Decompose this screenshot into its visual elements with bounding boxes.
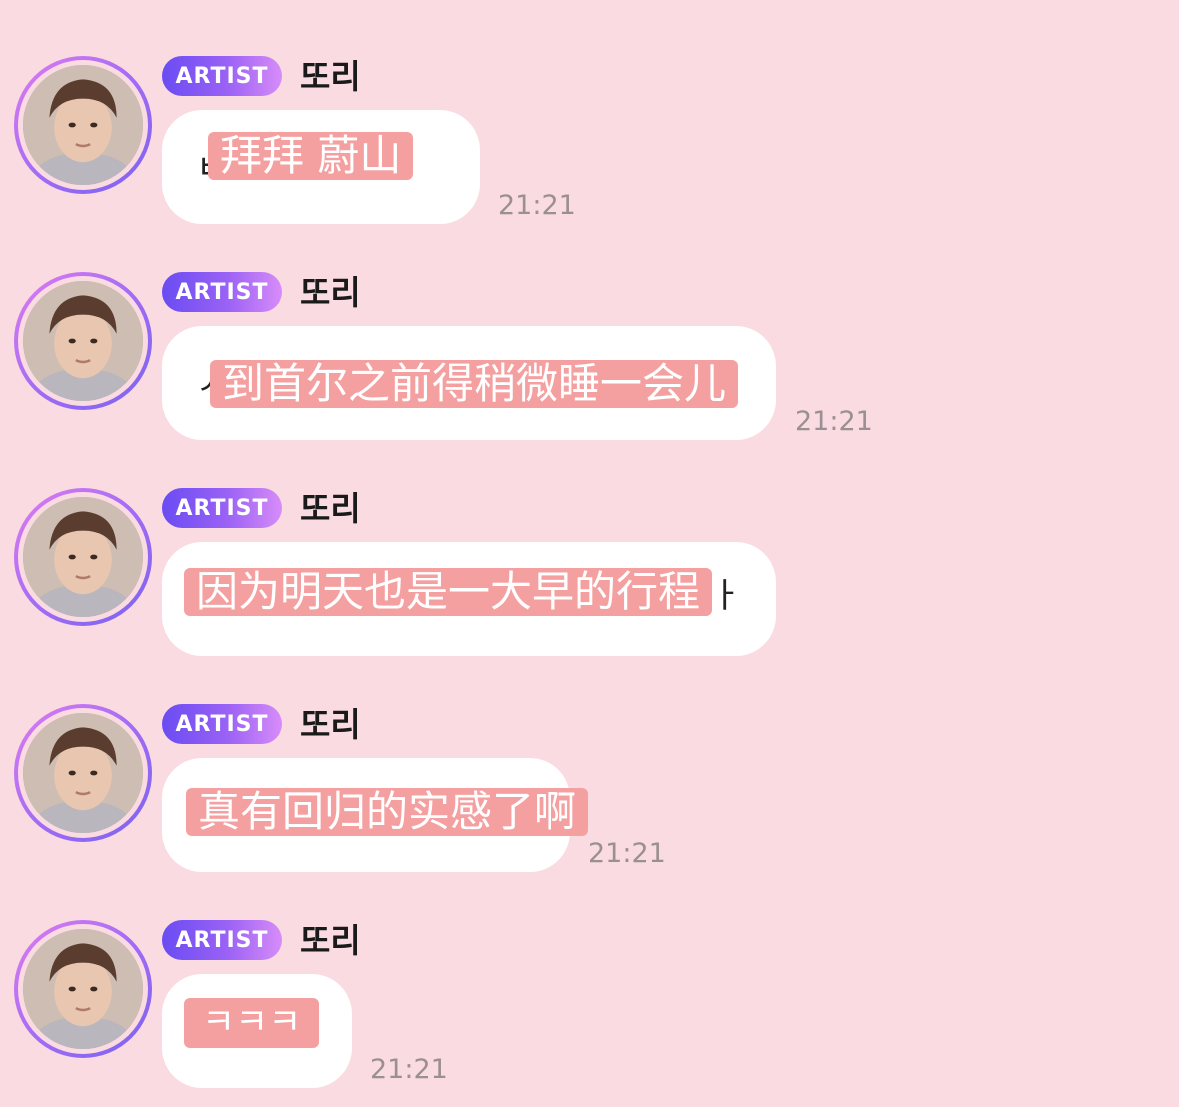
artist-badge: ARTIST	[162, 488, 282, 528]
chat-message-list: ARTIST 또리 ㅂ 拜拜 蔚山 21:21 ARTIST 또리	[0, 0, 1179, 1107]
avatar-photo-icon	[23, 929, 143, 1049]
message-bubble[interactable]: ㅋㅋㅋ	[162, 974, 352, 1088]
artist-badge: ARTIST	[162, 272, 282, 312]
original-text-fragment: ㅏ	[710, 576, 742, 616]
message-bubble[interactable]: 真有回归的实感了啊	[162, 758, 589, 872]
chat-message: ARTIST 또리 ㅂ 拜拜 蔚山 21:21	[0, 56, 1179, 256]
sender-name: 또리	[300, 57, 361, 96]
avatar-photo-icon	[23, 65, 143, 185]
chat-message: ARTIST 또리 ㅋㅋㅋ 21:21	[0, 920, 1179, 1107]
artist-badge: ARTIST	[162, 704, 282, 744]
avatar-photo-icon	[23, 497, 143, 617]
sender-name: 또리	[300, 489, 361, 528]
avatar-photo-icon	[23, 713, 143, 833]
message-time: 21:21	[795, 406, 873, 437]
artist-avatar[interactable]	[14, 704, 152, 842]
sender-name: 또리	[300, 273, 361, 312]
message-bubble[interactable]: ㅏ 因为明天也是一大早的行程	[162, 542, 776, 656]
sender-name: 또리	[300, 921, 361, 960]
sender-name: 또리	[300, 705, 361, 744]
artist-avatar[interactable]	[14, 488, 152, 626]
translated-text: ㅋㅋㅋ	[184, 998, 320, 1048]
artist-avatar[interactable]	[14, 56, 152, 194]
chat-message: ARTIST 또리 真有回归的实感了啊 21:21	[0, 704, 1179, 904]
artist-avatar[interactable]	[14, 920, 152, 1058]
artist-badge: ARTIST	[162, 56, 282, 96]
avatar-photo-icon	[23, 281, 143, 401]
message-bubble[interactable]: ㅂ 拜拜 蔚山	[162, 110, 480, 224]
translated-text: 因为明天也是一大早的行程	[184, 568, 713, 616]
chat-message: ARTIST 또리 ㅅ 到首尔之前得稍微睡一会儿 21:21	[0, 272, 1179, 472]
message-time: 21:21	[588, 838, 666, 869]
message-time: 21:21	[370, 1054, 448, 1085]
translated-text: 真有回归的实感了啊	[186, 788, 589, 836]
chat-message: ARTIST 또리 ㅏ 因为明天也是一大早的行程	[0, 488, 1179, 688]
artist-badge: ARTIST	[162, 920, 282, 960]
translated-text: 到首尔之前得稍微睡一会儿	[210, 360, 739, 408]
artist-avatar[interactable]	[14, 272, 152, 410]
message-bubble[interactable]: ㅅ 到首尔之前得稍微睡一会儿	[162, 326, 776, 440]
translated-text: 拜拜 蔚山	[208, 132, 414, 180]
message-time: 21:21	[498, 190, 576, 221]
